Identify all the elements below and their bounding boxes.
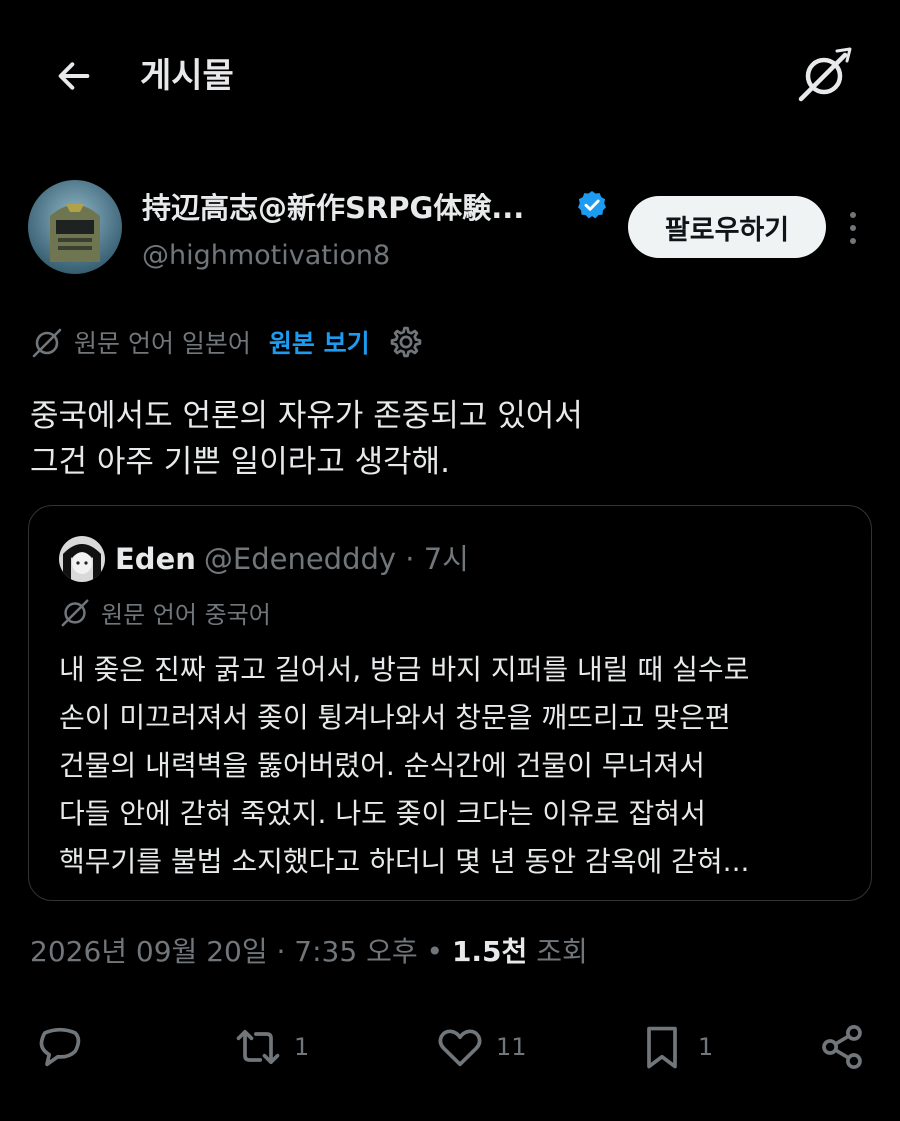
back-button[interactable]	[50, 52, 98, 100]
bookmark-button[interactable]: 1	[636, 1015, 713, 1079]
quoted-post-text: 내 좆은 진짜 굵고 길어서, 방금 바지 지퍼를 내릴 때 실수로 손이 미끄…	[59, 646, 749, 886]
quoted-author-name[interactable]: Eden	[115, 542, 196, 576]
translation-language-label: 원문 언어 일본어	[74, 329, 251, 358]
quoted-text-line: 손이 미끄러져서 좆이 튕겨나와서 창문을 깨뜨리고 맞은편	[59, 701, 731, 734]
post-metadata: 2026년 09월 20일 · 7:35 오후 • 1.5천 조회	[30, 928, 588, 976]
author-avatar[interactable]	[28, 180, 122, 274]
top-bar: 게시물	[0, 0, 900, 150]
author-handle[interactable]: @highmotivation8	[142, 240, 390, 271]
more-icon[interactable]	[840, 208, 866, 248]
reply-icon	[39, 1027, 81, 1067]
more-dot	[850, 212, 856, 218]
tweet-text: 중국에서도 언론의 자유가 존중되고 있어서 그건 아주 기쁜 일이라고 생각해…	[30, 393, 870, 485]
quoted-text-line: 다들 안에 갇혀 죽었지. 나도 좆이 크다는 이유로 잡혀서	[59, 797, 706, 830]
like-count: 11	[496, 1033, 527, 1061]
translation-bar: 원문 언어 일본어 원본 보기	[30, 320, 424, 364]
reply-button[interactable]	[34, 1015, 96, 1079]
more-dot	[850, 238, 856, 244]
quoted-translation-bar: 원문 언어 중국어	[59, 592, 271, 632]
bookmark-count: 1	[698, 1033, 714, 1061]
quoted-text-line: 내 좆은 진짜 굵고 길어서, 방금 바지 지퍼를 내릴 때 실수로	[59, 653, 750, 686]
quoted-author-avatar[interactable]	[59, 536, 105, 582]
view-original-link[interactable]: 원본 보기	[269, 324, 370, 360]
translate-globe-icon	[61, 599, 89, 627]
verified-badge-icon	[578, 191, 606, 219]
app-logo-icon[interactable]	[795, 45, 855, 105]
settings-icon[interactable]	[388, 324, 424, 360]
retweet-button[interactable]: 1	[232, 1015, 309, 1079]
post-timestamp[interactable]: 2026년 09월 20일 · 7:35 오후	[30, 935, 418, 968]
author-name[interactable]: 持辺高志@新作SRPG体験...	[142, 185, 524, 227]
retweet-icon	[236, 1029, 280, 1065]
translate-globe-icon	[32, 328, 62, 358]
back-arrow-icon	[58, 62, 90, 90]
retweet-count: 1	[294, 1033, 310, 1061]
tweet-text-line: 그건 아주 기쁜 일이라고 생각해.	[30, 444, 451, 480]
views-label: 조회	[527, 935, 588, 968]
more-dot	[850, 225, 856, 231]
quoted-text-line: 핵무기를 불법 소지했다고 하더니 몇 년 동안 감옥에 갇혀...	[59, 845, 750, 878]
meta-separator: •	[417, 935, 452, 968]
quoted-translation-label: 원문 언어 중국어	[101, 600, 271, 629]
follow-button[interactable]: 팔로우하기	[628, 196, 826, 258]
quoted-post-header: Eden @Edenedddy · 7시	[115, 538, 469, 580]
views-count: 1.5천	[451, 935, 528, 968]
share-icon	[822, 1025, 862, 1069]
quoted-text-line: 건물의 내력벽을 뚫어버렸어. 순식간에 건물이 무너져서	[59, 749, 705, 782]
page-title: 게시물	[140, 56, 234, 96]
quoted-post-card[interactable]: Eden @Edenedddy · 7시 원문 언어 중국어 내 좆은 진짜 굵고…	[28, 505, 872, 901]
like-icon	[438, 1029, 482, 1067]
bookmark-icon	[647, 1026, 677, 1069]
quoted-author-handle[interactable]: @Edenedddy · 7시	[204, 542, 469, 576]
share-button[interactable]	[816, 1015, 868, 1079]
like-button[interactable]: 11	[434, 1015, 527, 1079]
tweet-text-line: 중국에서도 언론의 자유가 존중되고 있어서	[30, 398, 583, 434]
action-bar: 1 11 1	[0, 1015, 900, 1079]
